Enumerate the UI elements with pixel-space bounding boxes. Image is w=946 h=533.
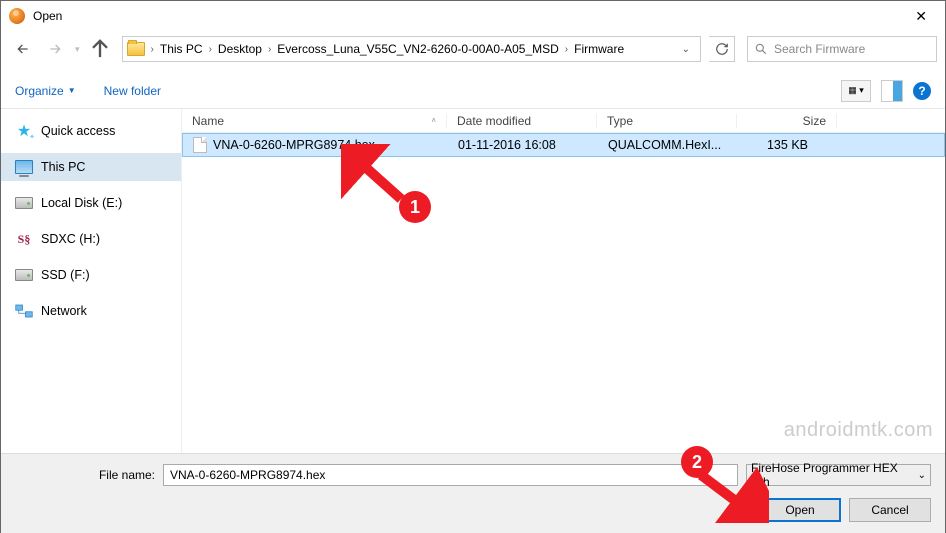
sidebar-item-local-disk[interactable]: Local Disk (E:) <box>1 189 181 217</box>
chevron-down-icon: ▼ <box>68 86 76 95</box>
footer: File name: FireHose Programmer HEX (*.h … <box>1 453 945 533</box>
file-icon <box>193 137 207 153</box>
open-button[interactable]: Open <box>759 498 841 522</box>
annotation-badge-1: 1 <box>399 191 431 223</box>
sidebar-item-label: Quick access <box>41 124 115 138</box>
search-input[interactable]: Search Firmware <box>747 36 937 62</box>
file-size: 135 KB <box>738 138 838 152</box>
back-button[interactable] <box>9 35 37 63</box>
filename-label: File name: <box>15 468 155 482</box>
preview-pane-button[interactable] <box>881 80 903 102</box>
filetype-select[interactable]: FireHose Programmer HEX (*.h ⌄ <box>746 464 931 486</box>
file-type: QUALCOMM.HexI... <box>598 138 738 152</box>
column-date[interactable]: Date modified <box>447 114 597 128</box>
sidebar-item-quick-access[interactable]: ★ Quick access <box>1 117 181 145</box>
organize-button[interactable]: Organize ▼ <box>15 84 76 98</box>
column-type[interactable]: Type <box>597 114 737 128</box>
view-options-button[interactable]: ▦ ▾ <box>841 80 871 102</box>
sidebar-item-sdxc[interactable]: S§ SDXC (H:) <box>1 225 181 253</box>
sidebar-item-label: Local Disk (E:) <box>41 196 122 210</box>
column-name[interactable]: Name ˄ <box>182 114 447 128</box>
chevron-right-icon[interactable]: › <box>563 44 570 55</box>
file-name: VNA-0-6260-MPRG8974.hex <box>213 138 375 152</box>
file-date: 01-11-2016 16:08 <box>448 138 598 152</box>
breadcrumb-desktop[interactable]: Desktop <box>214 42 266 56</box>
chevron-right-icon[interactable]: › <box>266 44 273 55</box>
sidebar-item-label: SDXC (H:) <box>41 232 100 246</box>
drive-icon <box>15 267 33 283</box>
sidebar-item-network[interactable]: Network <box>1 297 181 325</box>
refresh-button[interactable] <box>709 36 735 62</box>
network-icon <box>15 303 33 319</box>
app-icon <box>9 8 25 24</box>
address-bar[interactable]: › This PC › Desktop › Evercoss_Luna_V55C… <box>122 36 701 62</box>
sidebar-item-label: Network <box>41 304 87 318</box>
search-placeholder: Search Firmware <box>774 42 865 56</box>
sidebar: ★ Quick access This PC Local Disk (E:) S… <box>1 109 181 453</box>
breadcrumb-folder[interactable]: Evercoss_Luna_V55C_VN2-6260-0-00A0-A05_M… <box>273 42 563 56</box>
sidebar-item-label: SSD (F:) <box>41 268 90 282</box>
star-icon: ★ <box>15 123 33 139</box>
drive-icon <box>15 195 33 211</box>
sd-card-icon: S§ <box>15 231 33 247</box>
titlebar: Open ✕ <box>1 1 945 31</box>
folder-icon <box>127 42 145 56</box>
navbar: ▾ › This PC › Desktop › Evercoss_Luna_V5… <box>1 31 945 67</box>
chevron-right-icon[interactable]: › <box>207 44 214 55</box>
cancel-button[interactable]: Cancel <box>849 498 931 522</box>
file-list: Name ˄ Date modified Type Size VNA-0-626… <box>181 109 945 453</box>
toolbar: Organize ▼ New folder ▦ ▾ ? <box>1 73 945 109</box>
close-icon[interactable]: ✕ <box>905 4 937 29</box>
chevron-down-icon[interactable]: ⌄ <box>676 44 696 55</box>
help-button[interactable]: ? <box>913 82 931 100</box>
breadcrumb-this-pc[interactable]: This PC <box>156 42 207 56</box>
sidebar-item-this-pc[interactable]: This PC <box>1 153 181 181</box>
annotation-badge-2: 2 <box>681 446 713 478</box>
new-folder-button[interactable]: New folder <box>104 84 161 98</box>
column-size[interactable]: Size <box>737 114 837 128</box>
history-dropdown-icon[interactable]: ▾ <box>75 44 80 55</box>
search-icon <box>754 42 768 56</box>
content-area: ★ Quick access This PC Local Disk (E:) S… <box>1 109 945 453</box>
window-title: Open <box>33 9 62 23</box>
sidebar-item-ssd[interactable]: SSD (F:) <box>1 261 181 289</box>
chevron-right-icon[interactable]: › <box>149 44 156 55</box>
sort-indicator-icon: ˄ <box>431 116 436 125</box>
monitor-icon <box>15 159 33 175</box>
watermark: androidmtk.com <box>784 419 933 442</box>
chevron-down-icon: ⌄ <box>918 470 926 481</box>
forward-button[interactable] <box>41 35 69 63</box>
breadcrumb-firmware[interactable]: Firmware <box>570 42 628 56</box>
column-headers: Name ˄ Date modified Type Size <box>182 109 945 133</box>
up-button[interactable] <box>86 35 114 63</box>
file-row[interactable]: VNA-0-6260-MPRG8974.hex 01-11-2016 16:08… <box>182 133 945 157</box>
sidebar-item-label: This PC <box>41 160 85 174</box>
filename-input[interactable] <box>163 464 738 486</box>
